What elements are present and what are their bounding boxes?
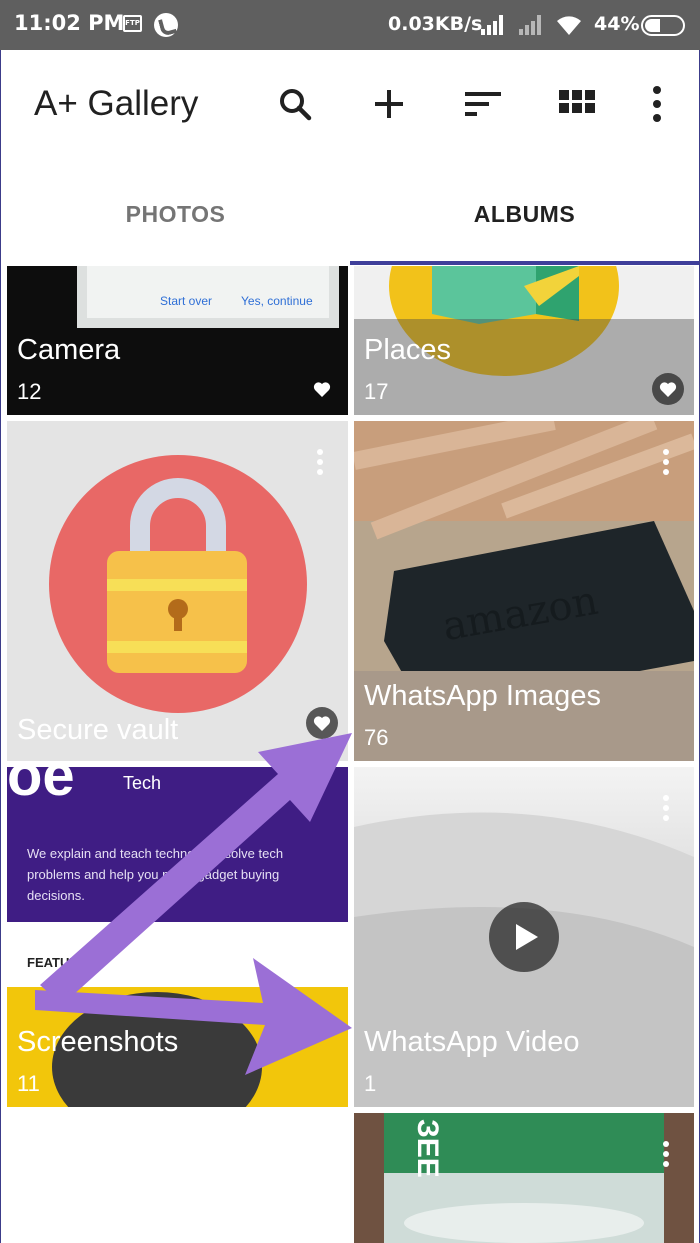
wifi-icon [555, 13, 583, 37]
album-count: 11 [17, 1071, 40, 1096]
album-name: Camera [17, 334, 121, 366]
tab-indicator [350, 261, 699, 265]
screenshot-body: We explain and teach technology, solve t… [27, 846, 284, 903]
album-thumbnail [354, 1113, 694, 1243]
network-speed: 0.03KB/s [388, 13, 483, 35]
album-tile-places[interactable]: Places 17 [354, 266, 694, 415]
album-count: 76 [364, 725, 389, 750]
grid-view-icon [559, 90, 595, 113]
album-grid[interactable]: Start over Yes, continue Camera 12 Place… [0, 266, 700, 1243]
album-count: 12 [17, 379, 42, 404]
bottle-label: ЗЕЕ [411, 1119, 444, 1178]
status-time: 11:02 PM [14, 11, 125, 35]
sort-icon [465, 92, 501, 116]
heart-icon [659, 382, 677, 397]
search-icon [280, 89, 312, 121]
tab-photos[interactable]: PHOTOS [1, 175, 350, 265]
heart-icon [313, 382, 331, 397]
play-icon [489, 902, 559, 972]
overflow-menu-button[interactable] [633, 80, 681, 128]
album-menu-button[interactable] [660, 795, 672, 821]
heart-icon [313, 716, 331, 731]
screenshot-featured-label: FEATURED [27, 955, 97, 970]
album-tile-screenshots[interactable]: oe Tech We explain and teach technology,… [7, 767, 348, 1107]
dialog-button-continue: Yes, continue [241, 294, 313, 308]
album-menu-button[interactable] [660, 1141, 672, 1167]
album-name: WhatsApp Images [364, 680, 601, 712]
album-count: 1 [364, 1071, 377, 1096]
album-menu-button[interactable] [314, 449, 326, 475]
album-menu-button[interactable] [660, 449, 672, 475]
album-name: WhatsApp Video [364, 1026, 580, 1058]
grid-view-button[interactable] [553, 80, 601, 128]
album-tile-camera[interactable]: Start over Yes, continue Camera 12 [7, 266, 348, 415]
search-button[interactable] [271, 80, 319, 128]
sort-button[interactable] [459, 80, 507, 128]
album-name: Screenshots [17, 1026, 179, 1058]
favorite-button[interactable] [306, 373, 338, 405]
add-album-button[interactable] [365, 80, 413, 128]
album-thumbnail [7, 421, 348, 761]
ftp-icon: FTP [123, 15, 142, 32]
app-bar: A+ Gallery PHOTOS ALBUMS [0, 50, 700, 266]
album-tile-whatsapp-images[interactable]: amazon WhatsApp Images 76 [354, 421, 694, 761]
tab-albums[interactable]: ALBUMS [350, 175, 699, 265]
app-title: A+ Gallery [34, 84, 199, 123]
add-icon [375, 90, 403, 118]
favorite-button[interactable] [306, 707, 338, 739]
status-bar: 11:02 PM FTP 0.03KB/s 44% [0, 0, 700, 50]
dialog-button-start-over: Start over [160, 294, 213, 308]
phone-call-icon [154, 13, 178, 37]
album-name: Secure vault [17, 714, 179, 746]
album-count: 17 [364, 379, 389, 404]
signal-strength-sim2-icon [519, 15, 547, 35]
battery-percent: 44% [594, 13, 640, 35]
svg-text:oe: oe [7, 767, 75, 808]
tab-bar: PHOTOS ALBUMS [1, 175, 699, 265]
album-tile-partial[interactable]: ЗЕЕ [354, 1113, 694, 1243]
album-tile-whatsapp-video[interactable]: WhatsApp Video 1 [354, 767, 694, 1107]
album-tile-secure-vault[interactable]: Secure vault [7, 421, 348, 761]
favorite-button[interactable] [652, 373, 684, 405]
battery-icon [641, 15, 685, 36]
signal-strength-icon [481, 15, 509, 35]
album-name: Places [364, 334, 452, 366]
more-vert-icon [653, 86, 661, 122]
screenshot-heading: Tech [123, 773, 162, 793]
